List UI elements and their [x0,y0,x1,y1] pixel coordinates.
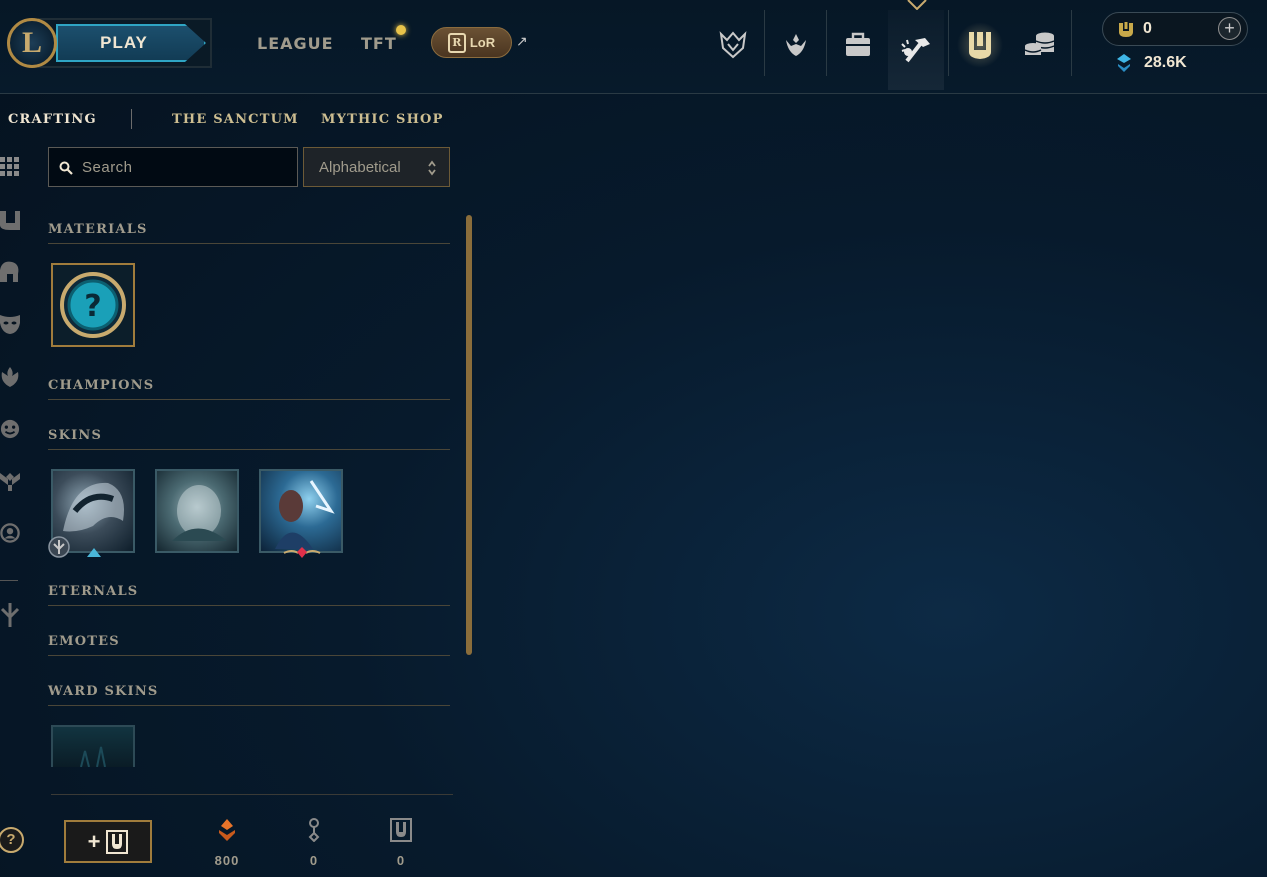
crafting-hammer-icon[interactable] [888,10,944,90]
skin-art-icon [172,485,227,541]
ward-skin-tile[interactable] [51,725,135,768]
rail-divider [0,580,18,581]
help-button[interactable]: ? [0,827,24,853]
nav-divider [1071,10,1072,76]
search-icon [59,161,73,175]
skin-art-icon [275,480,335,549]
sort-dropdown[interactable]: Alphabetical [303,147,450,187]
search-field[interactable] [48,147,298,187]
tab-crafting[interactable]: CRAFTING [8,112,97,127]
inventory-scrollbar[interactable] [466,215,472,655]
sort-arrows-icon [428,160,436,176]
section-champions: CHAMPIONS [48,378,450,400]
skin-rarity-badge-icon [48,536,70,558]
chests-stat: 0 [381,818,421,868]
ward-art-icon [80,746,106,768]
nav-tft[interactable]: TFT [361,34,397,53]
mystery-material-icon: ? [60,272,126,338]
section-skins: SKINS [48,428,450,450]
mythic-essence-icon [1119,22,1133,37]
orange-essence-icon [219,819,235,841]
coin-stack-icon[interactable] [1012,14,1068,76]
filter-icons-icon[interactable] [0,521,20,545]
worlds-icon[interactable] [705,14,761,76]
keys-amount: 0 [309,853,319,868]
filter-chests-icon[interactable] [0,208,20,232]
play-button-frame[interactable]: PLAY [38,18,212,68]
mythic-essence-amount: 0 [1143,20,1152,37]
filter-eternals-icon[interactable] [0,365,20,389]
add-label: + [87,828,101,854]
filter-ward-skins-icon[interactable] [0,469,20,493]
lor-logo-icon: R [447,32,466,53]
loot-chest-icon[interactable] [952,14,1008,76]
active-tab-caret-icon [907,0,927,10]
material-tile[interactable]: ? [51,263,135,347]
league-logo-icon[interactable]: L [7,18,57,68]
rarity-gem-icon [283,547,321,558]
notification-dot-icon [396,25,406,35]
skin-tile[interactable] [155,469,239,553]
key-icon [308,818,320,843]
ranked-crest-icon[interactable] [768,14,824,76]
filter-tft-icon[interactable] [0,603,20,627]
nav-league[interactable]: LEAGUE [257,34,334,53]
section-emotes: EMOTES [48,634,450,656]
chest-icon [390,818,412,842]
filter-skins-icon[interactable] [0,312,20,336]
material-glyph: ? [84,289,101,324]
external-link-icon: ↗ [516,33,528,49]
nav-divider [826,10,827,76]
play-button[interactable]: PLAY [56,24,206,62]
filter-all-icon[interactable] [0,155,20,179]
nav-lor-button[interactable]: R LoR [431,27,512,58]
keys-stat: 0 [294,818,334,868]
top-navigation-bar: PLAY L LEAGUE TFT R LoR ↗ 0 + 28.6K [0,0,1267,94]
chest-icon [106,829,129,854]
tab-the-sanctum[interactable]: THE SANCTUM [172,112,299,127]
subnav-divider [131,109,132,129]
section-ward-skins: WARD SKINS [48,684,450,706]
tab-mythic-shop[interactable]: MYTHIC SHOP [321,112,444,127]
filter-emotes-icon[interactable] [0,417,20,441]
section-materials: MATERIALS [48,222,450,244]
lor-label: LoR [469,35,496,50]
search-input[interactable] [82,157,282,177]
chests-amount: 0 [396,853,406,868]
nav-divider [948,10,949,76]
blue-essence-icon [1117,54,1131,72]
section-eternals: ETERNALS [48,584,450,606]
orange-essence-stat: 800 [207,818,247,868]
filter-champions-icon[interactable] [0,260,20,284]
skin-tile[interactable] [259,469,343,553]
sort-value: Alphabetical [319,158,401,176]
blue-essence-amount: 28.6K [1144,54,1187,71]
orange-essence-amount: 800 [214,853,240,868]
footer-divider [51,794,453,795]
add-chest-button[interactable]: + [64,820,152,863]
nav-divider [764,10,765,76]
store-bag-icon[interactable] [830,14,886,76]
buy-currency-button[interactable]: + [1218,17,1241,40]
rarity-gem-icon [87,548,101,557]
